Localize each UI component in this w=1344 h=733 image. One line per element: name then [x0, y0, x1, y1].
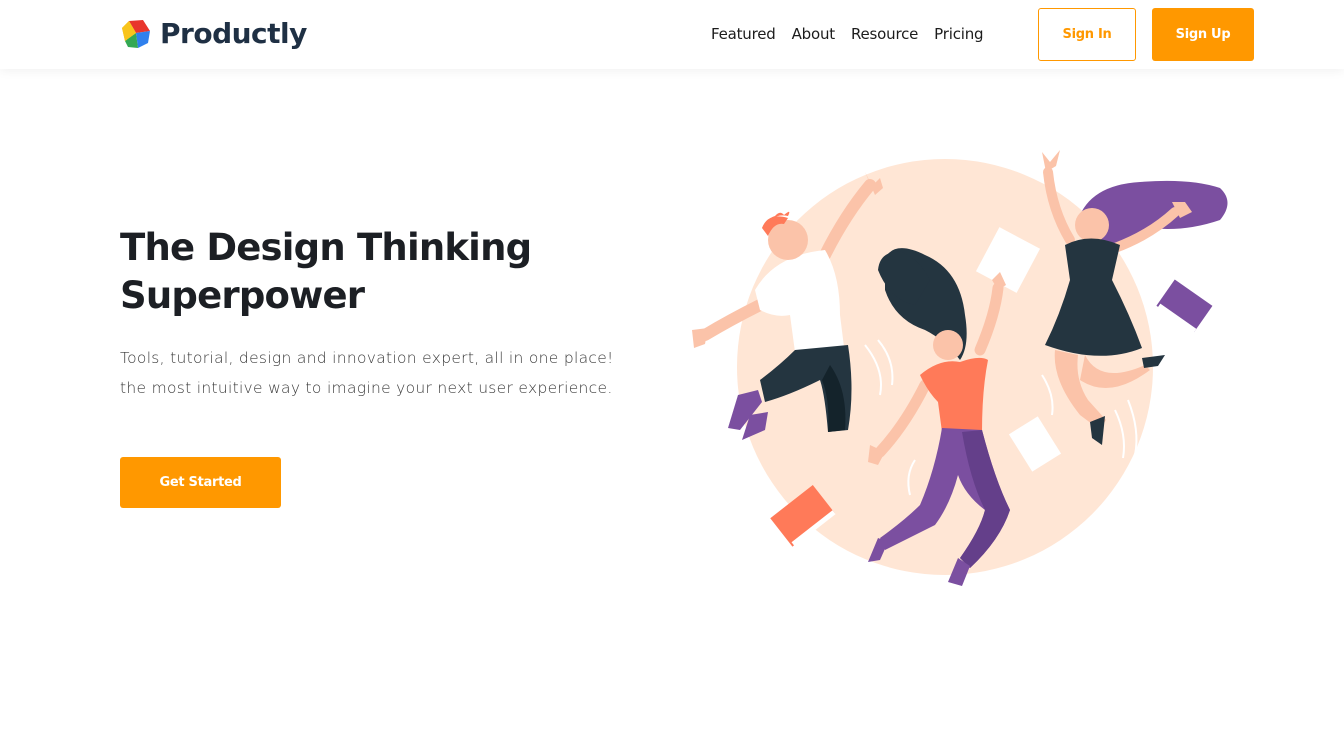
- hero-title-line1: The Design Thinking: [120, 226, 532, 269]
- main-nav: Featured About Resource Pricing: [711, 22, 984, 46]
- hero-description: Tools, tutorial, design and innovation e…: [120, 349, 614, 397]
- brand-logo[interactable]: Productly: [121, 17, 307, 51]
- hero-title-line2: Superpower: [120, 274, 365, 317]
- productly-logo-icon: [121, 19, 151, 49]
- navbar: Productly Featured About Resource Pricin…: [0, 0, 1344, 69]
- three-people-jumping-illustration: [692, 150, 1228, 586]
- nav-link-pricing[interactable]: Pricing: [934, 25, 983, 43]
- get-started-button[interactable]: Get Started: [120, 457, 281, 508]
- sign-up-button[interactable]: Sign Up: [1152, 8, 1254, 61]
- nav-link-about[interactable]: About: [792, 25, 836, 43]
- hero-illustration: [680, 140, 1240, 600]
- sign-in-button[interactable]: Sign In: [1038, 8, 1136, 61]
- nav-link-resource[interactable]: Resource: [851, 25, 918, 43]
- hero-title: The Design Thinking Superpower: [120, 224, 640, 320]
- brand-name: Productly: [160, 17, 307, 50]
- nav-link-featured[interactable]: Featured: [711, 25, 776, 43]
